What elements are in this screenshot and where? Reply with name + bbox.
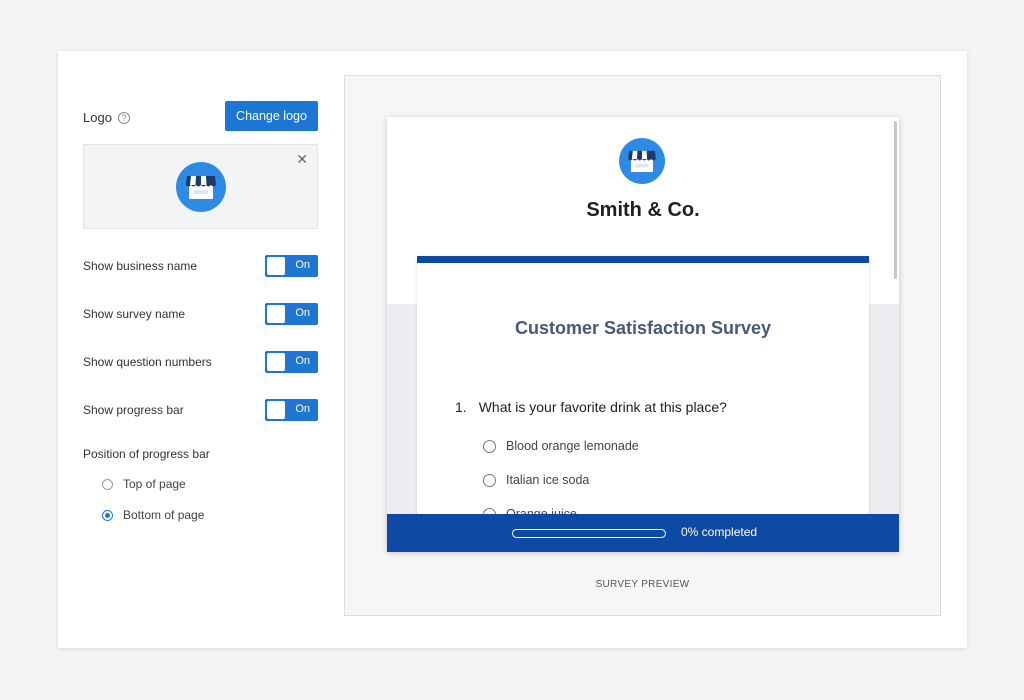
toggle-label: Show survey name xyxy=(83,307,186,321)
business-name: Smith & Co. xyxy=(586,199,700,221)
toggle-knob xyxy=(267,257,285,275)
toggle-knob xyxy=(267,353,285,371)
toggle-label: Show business name xyxy=(83,259,198,273)
logo-label-row: Logo ? xyxy=(83,110,130,125)
survey-name-toggle[interactable]: On xyxy=(265,303,318,325)
toggle-row-survey-name: Show survey name On xyxy=(83,302,318,326)
logo-label: Logo xyxy=(83,110,112,125)
toggle-state: On xyxy=(295,307,310,319)
answer-label: Italian ice soda xyxy=(506,473,590,487)
preview-caption: SURVEY PREVIEW xyxy=(595,579,690,590)
toggle-label: Show progress bar xyxy=(83,403,184,417)
progress-bar-toggle[interactable]: On xyxy=(265,399,318,421)
progress-text: 0% completed xyxy=(681,525,758,539)
survey-title: Customer Satisfaction Survey xyxy=(514,318,772,338)
toggle-state: On xyxy=(295,355,310,367)
radio-label: Top of page xyxy=(123,477,186,491)
toggle-knob xyxy=(267,305,285,323)
toggle-row-progress-bar: Show progress bar On xyxy=(83,398,318,422)
radio-option-bottom[interactable]: Bottom of page xyxy=(102,508,204,522)
change-logo-button[interactable]: Change logo xyxy=(225,101,318,131)
question-numbers-toggle[interactable]: On xyxy=(265,351,318,373)
store-logo-icon xyxy=(619,138,665,184)
toggle-state: On xyxy=(295,403,310,415)
toggle-row-business-name: Show business name On xyxy=(83,254,318,278)
business-name-toggle[interactable]: On xyxy=(265,255,318,277)
settings-card: Logo ? Change logo ✕ Show business name … xyxy=(58,51,967,648)
progress-bar: 0% completed xyxy=(387,514,899,552)
help-icon[interactable]: ? xyxy=(117,111,130,124)
toggle-knob xyxy=(267,401,285,419)
progress-track xyxy=(512,529,666,538)
question-number: 1. xyxy=(455,399,467,415)
radio-button[interactable] xyxy=(483,473,496,487)
toggle-state: On xyxy=(295,259,310,271)
store-logo-icon xyxy=(176,162,226,212)
radio-button[interactable] xyxy=(483,439,496,453)
toggle-label: Show question numbers xyxy=(83,355,212,369)
progress-position-title: Position of progress bar xyxy=(83,447,210,461)
answer-option[interactable]: Blood orange lemonade xyxy=(483,439,639,453)
radio-label: Bottom of page xyxy=(123,508,205,522)
answer-label: Blood orange lemonade xyxy=(506,439,639,453)
radio-option-top[interactable]: Top of page xyxy=(102,477,186,491)
survey-preview-window: Smith & Co. Customer Satisfaction Survey… xyxy=(387,117,899,552)
question-text: What is your favorite drink at this plac… xyxy=(478,399,727,415)
survey-card: Customer Satisfaction Survey 1. What is … xyxy=(417,256,869,536)
survey-preview-area: Smith & Co. Customer Satisfaction Survey… xyxy=(344,75,941,616)
remove-logo-icon[interactable]: ✕ xyxy=(296,151,308,168)
question: 1. What is your favorite drink at this p… xyxy=(455,399,727,415)
toggle-row-question-numbers: Show question numbers On xyxy=(83,350,318,374)
answer-option[interactable]: Italian ice soda xyxy=(483,473,589,487)
radio-button[interactable] xyxy=(102,478,113,490)
logo-preview-box: ✕ xyxy=(83,144,318,229)
radio-button-selected[interactable] xyxy=(102,509,113,521)
